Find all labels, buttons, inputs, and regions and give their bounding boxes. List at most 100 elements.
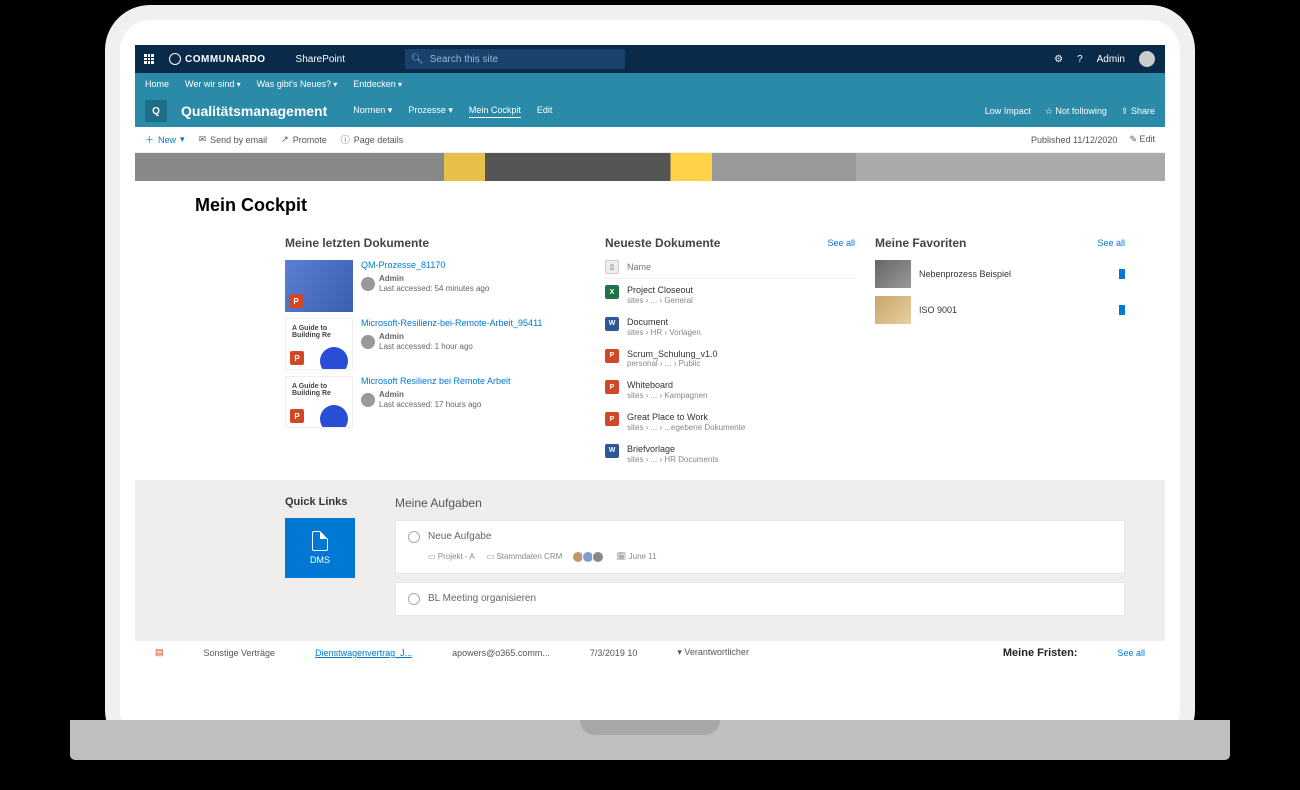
favorite-row[interactable]: ISO 9001: [875, 292, 1125, 328]
recent-documents: Meine letzten Dokumente P QM-Prozesse_81…: [285, 236, 585, 470]
published-status: Published 11/12/2020: [1031, 135, 1117, 145]
fav-seeall[interactable]: See all: [1097, 238, 1125, 248]
avatar: [361, 335, 375, 349]
doc-title: QM-Prozesse_81170: [361, 260, 489, 270]
brand-logo[interactable]: COMMUNARDO: [169, 53, 266, 65]
hub-nav-news[interactable]: Was gibt's Neues?: [257, 79, 338, 89]
task-item[interactable]: BL Meeting organisieren: [395, 582, 1125, 616]
share-button[interactable]: ⇪ Share: [1121, 106, 1155, 117]
site-logo[interactable]: Q: [145, 100, 167, 122]
doc-title: Microsoft-Resilienz-bei-Remote-Arbeit_95…: [361, 318, 542, 328]
fav-thumbnail: [875, 296, 911, 324]
site-nav: Normen ▾ Prozesse ▾ Mein Cockpit Edit: [353, 105, 552, 118]
task-assignees: [574, 551, 604, 563]
favorite-row[interactable]: Nebenprozess Beispiel: [875, 256, 1125, 292]
avatar: [361, 277, 375, 291]
recent-doc-card[interactable]: P QM-Prozesse_81170 AdminLast accessed: …: [285, 260, 585, 312]
admin-label[interactable]: Admin: [1097, 54, 1125, 65]
site-header: Q Qualitätsmanagement Normen ▾ Prozesse …: [135, 95, 1165, 127]
low-impact[interactable]: Low Impact: [985, 106, 1031, 117]
newest-documents: Neueste Dokumente See all ▯ Name X Proje…: [605, 236, 855, 470]
bookmark-icon[interactable]: [1119, 269, 1125, 279]
doc-row[interactable]: P Great Place to Worksites › ... › ...eg…: [605, 406, 855, 438]
cmd-new[interactable]: ＋ New ▾: [145, 133, 185, 146]
powerpoint-icon: P: [605, 412, 619, 426]
quick-links: Quick Links DMS: [285, 496, 355, 624]
task-item[interactable]: Neue Aufgabe ▭ Projekt - A ▭ Stammdaten …: [395, 520, 1125, 574]
bottom-strip: ▤ Sonstige Verträge Dienstwagenvertrag_J…: [135, 640, 1165, 665]
cmd-pagedetails[interactable]: ⓘ Page details: [341, 133, 404, 146]
pdf-icon: ▤: [155, 647, 164, 658]
hub-nav-discover[interactable]: Entdecken: [353, 79, 402, 89]
powerpoint-icon: P: [605, 380, 619, 394]
avatar: [361, 393, 375, 407]
recent-doc-card[interactable]: A Guide toBuilding Re P Microsoft-Resili…: [285, 318, 585, 370]
bottom-resp: ▾ Verantwortlicher: [677, 647, 749, 658]
bottom-category: Sonstige Verträge: [204, 648, 276, 658]
not-following[interactable]: ☆ Not following: [1045, 106, 1107, 117]
doc-thumbnail: P: [285, 260, 353, 312]
doc-thumbnail: A Guide toBuilding Re P: [285, 318, 353, 370]
bucket-icon: ▭ Stammdaten CRM: [487, 552, 563, 561]
col-name: Name: [627, 262, 651, 272]
quicklink-dms[interactable]: DMS: [285, 518, 355, 578]
cmd-promote[interactable]: ↗ Promote: [281, 134, 327, 145]
bottom-doc-link[interactable]: Dienstwagenvertrag_J...: [315, 648, 412, 658]
powerpoint-icon: P: [605, 349, 619, 363]
newest-seeall[interactable]: See all: [827, 238, 855, 248]
brand-label: COMMUNARDO: [185, 54, 266, 65]
help-icon[interactable]: ?: [1077, 54, 1083, 65]
hub-nav-who[interactable]: Wer wir sind: [185, 79, 241, 89]
doc-row[interactable]: W Briefvorlagesites › ... › HR Documents: [605, 438, 855, 470]
my-tasks: Meine Aufgaben Neue Aufgabe ▭ Projekt - …: [395, 496, 1125, 624]
quicklinks-title: Quick Links: [285, 496, 355, 508]
powerpoint-icon: P: [289, 294, 303, 308]
edit-button[interactable]: ✎ Edit: [1129, 134, 1155, 145]
fav-thumbnail: [875, 260, 911, 288]
recent-title: Meine letzten Dokumente: [285, 236, 585, 250]
command-bar: ＋ New ▾ ✉︎ Send by email ↗ Promote ⓘ Pag…: [135, 127, 1165, 153]
doc-row[interactable]: P Whiteboardsites › ... › Kampagnen: [605, 374, 855, 406]
doc-row[interactable]: W Documentsites › HR › Vorlagen: [605, 311, 855, 343]
tasks-title: Meine Aufgaben: [395, 496, 1125, 510]
page-title: Mein Cockpit: [135, 181, 1165, 236]
calendar-icon: 🗓︎ June 11: [616, 552, 656, 561]
file-icon: ▯: [605, 260, 619, 274]
word-icon: W: [605, 317, 619, 331]
doc-row[interactable]: P Scrum_Schulung_v1.0personal › ... › Pu…: [605, 343, 855, 375]
document-icon: [312, 531, 328, 551]
app-launcher-icon[interactable]: [135, 54, 163, 64]
excel-icon: X: [605, 285, 619, 299]
hero-image: [135, 153, 1165, 181]
search-placeholder: Search this site: [430, 54, 498, 65]
newest-title: Neueste Dokumente: [605, 236, 720, 250]
search-icon: 🔍︎: [411, 54, 424, 65]
doc-thumbnail: A Guide toBuilding Re P: [285, 376, 353, 428]
avatar[interactable]: [1139, 51, 1155, 67]
app-name[interactable]: SharePoint: [296, 54, 345, 65]
sitenav-cockpit[interactable]: Mein Cockpit: [469, 105, 521, 118]
powerpoint-icon: P: [290, 409, 304, 423]
hub-nav: Home Wer wir sind Was gibt's Neues? Entd…: [135, 73, 1165, 95]
sitenav-normen[interactable]: Normen ▾: [353, 105, 392, 118]
search-input[interactable]: 🔍︎ Search this site: [405, 49, 625, 69]
bookmark-icon[interactable]: [1119, 305, 1125, 315]
sitenav-prozesse[interactable]: Prozesse ▾: [408, 105, 453, 118]
cmd-send[interactable]: ✉︎ Send by email: [199, 134, 268, 145]
site-title[interactable]: Qualitätsmanagement: [181, 103, 327, 119]
sitenav-edit[interactable]: Edit: [537, 105, 553, 118]
powerpoint-icon: P: [290, 351, 304, 365]
recent-doc-card[interactable]: A Guide toBuilding Re P Microsoft Resili…: [285, 376, 585, 428]
suite-bar: COMMUNARDO SharePoint 🔍︎ Search this sit…: [135, 45, 1165, 73]
doc-title: Microsoft Resilienz bei Remote Arbeit: [361, 376, 511, 386]
task-radio[interactable]: [408, 531, 420, 543]
fav-title: Meine Favoriten: [875, 236, 966, 250]
settings-icon[interactable]: ⚙︎: [1054, 54, 1063, 65]
doc-row[interactable]: X Project Closeoutsites › ... › General: [605, 279, 855, 311]
bucket-icon: ▭ Projekt - A: [428, 552, 475, 561]
hub-nav-home[interactable]: Home: [145, 79, 169, 89]
task-radio[interactable]: [408, 593, 420, 605]
fristen-title: Meine Fristen:: [1003, 647, 1078, 659]
favorites: Meine Favoriten See all Nebenprozess Bei…: [875, 236, 1125, 470]
fristen-seeall[interactable]: See all: [1117, 648, 1145, 658]
